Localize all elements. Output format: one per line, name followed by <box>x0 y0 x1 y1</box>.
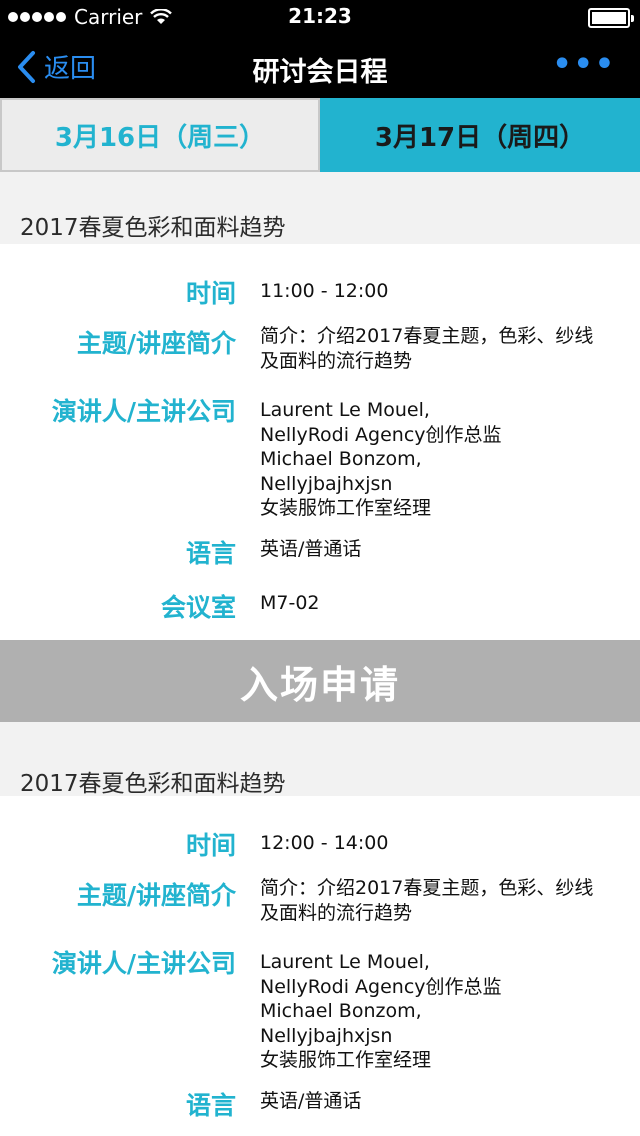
language-row: 语言 英语/普通话 <box>0 1086 620 1122</box>
speaker-line: 女装服饰工作室经理 <box>260 497 432 519</box>
language-label: 语言 <box>185 539 236 568</box>
more-icon[interactable]: ••• <box>552 50 616 80</box>
time-value: 11:00 - 12:00 <box>260 280 389 302</box>
session-details: 时间 12:00 - 14:00 主题/讲座简介 简介：介绍2017春夏主题，色… <box>0 796 640 1136</box>
status-bar: Carrier 21:23 <box>0 0 640 40</box>
date-tabs: 3月16日（周三） 3月17日（周四） <box>0 98 640 172</box>
speaker-line: Laurent Le Mouel, <box>260 399 430 421</box>
topic-label: 主题/讲座简介 <box>76 329 236 358</box>
tab-mar-16[interactable]: 3月16日（周三） <box>0 98 320 172</box>
time-row: 时间 11:00 - 12:00 <box>0 274 620 310</box>
speaker-row: 演讲人/主讲公司 Laurent Le Mouel, NellyRodi Age… <box>0 944 620 1073</box>
topic-value: 简介：介绍2017春夏主题，色彩、纱线及面料的流行趋势 <box>260 325 594 372</box>
topic-row: 主题/讲座简介 简介：介绍2017春夏主题，色彩、纱线及面料的流行趋势 <box>0 324 610 373</box>
session-header: 2017春夏色彩和面料趋势 <box>0 722 640 797</box>
topic-label: 主题/讲座简介 <box>76 881 236 910</box>
speaker-row: 演讲人/主讲公司 Laurent Le Mouel, NellyRodi Age… <box>0 392 620 521</box>
session-title: 2017春夏色彩和面料趋势 <box>20 771 286 797</box>
topic-row: 主题/讲座简介 简介：介绍2017春夏主题，色彩、纱线及面料的流行趋势 <box>0 876 610 925</box>
time-row: 时间 12:00 - 14:00 <box>0 826 620 862</box>
language-label: 语言 <box>185 1091 236 1120</box>
session-details: 时间 11:00 - 12:00 主题/讲座简介 简介：介绍2017春夏主题，色… <box>0 244 640 640</box>
speaker-value: Laurent Le Mouel, NellyRodi Agency创作总监 M… <box>260 392 620 521</box>
page-title: 研讨会日程 <box>252 57 388 88</box>
speaker-value: Laurent Le Mouel, NellyRodi Agency创作总监 M… <box>260 944 620 1073</box>
speaker-label: 演讲人/主讲公司 <box>51 949 236 978</box>
language-row: 语言 英语/普通话 <box>0 534 620 570</box>
speaker-line: Nellyjbajhxjsn <box>260 472 393 495</box>
speaker-label: 演讲人/主讲公司 <box>51 397 236 426</box>
nav-bar: 返回 研讨会日程 ••• <box>0 40 640 98</box>
time-label: 时间 <box>185 831 236 860</box>
time-label: 时间 <box>185 279 236 308</box>
speaker-line: 女装服饰工作室经理 <box>260 1049 432 1071</box>
session-header: 2017春夏色彩和面料趋势 <box>0 172 640 244</box>
room-row: 会议室 M7-02 <box>0 588 620 624</box>
language-value: 英语/普通话 <box>260 1090 362 1112</box>
speaker-line: Michael Bonzom, <box>260 1000 422 1022</box>
language-value: 英语/普通话 <box>260 538 362 560</box>
session-title: 2017春夏色彩和面料趋势 <box>20 215 286 241</box>
speaker-line: Nellyjbajhxjsn <box>260 1024 393 1047</box>
topic-value: 简介：介绍2017春夏主题，色彩、纱线及面料的流行趋势 <box>260 877 594 924</box>
speaker-line: NellyRodi Agency创作总监 <box>260 423 502 446</box>
speaker-line: Laurent Le Mouel, <box>260 951 430 973</box>
battery-icon <box>588 8 634 28</box>
speaker-line: Michael Bonzom, <box>260 448 422 470</box>
speaker-line: NellyRodi Agency创作总监 <box>260 975 502 998</box>
session-list: 2017春夏色彩和面料趋势 时间 11:00 - 12:00 主题/讲座简介 简… <box>0 172 640 1136</box>
room-value: M7-02 <box>260 592 320 614</box>
apply-entry-button[interactable]: 入场申请 <box>0 640 640 722</box>
room-label: 会议室 <box>160 593 236 622</box>
time-value: 12:00 - 14:00 <box>260 832 389 854</box>
tab-mar-17[interactable]: 3月17日（周四） <box>320 98 640 172</box>
status-time: 21:23 <box>288 4 352 28</box>
